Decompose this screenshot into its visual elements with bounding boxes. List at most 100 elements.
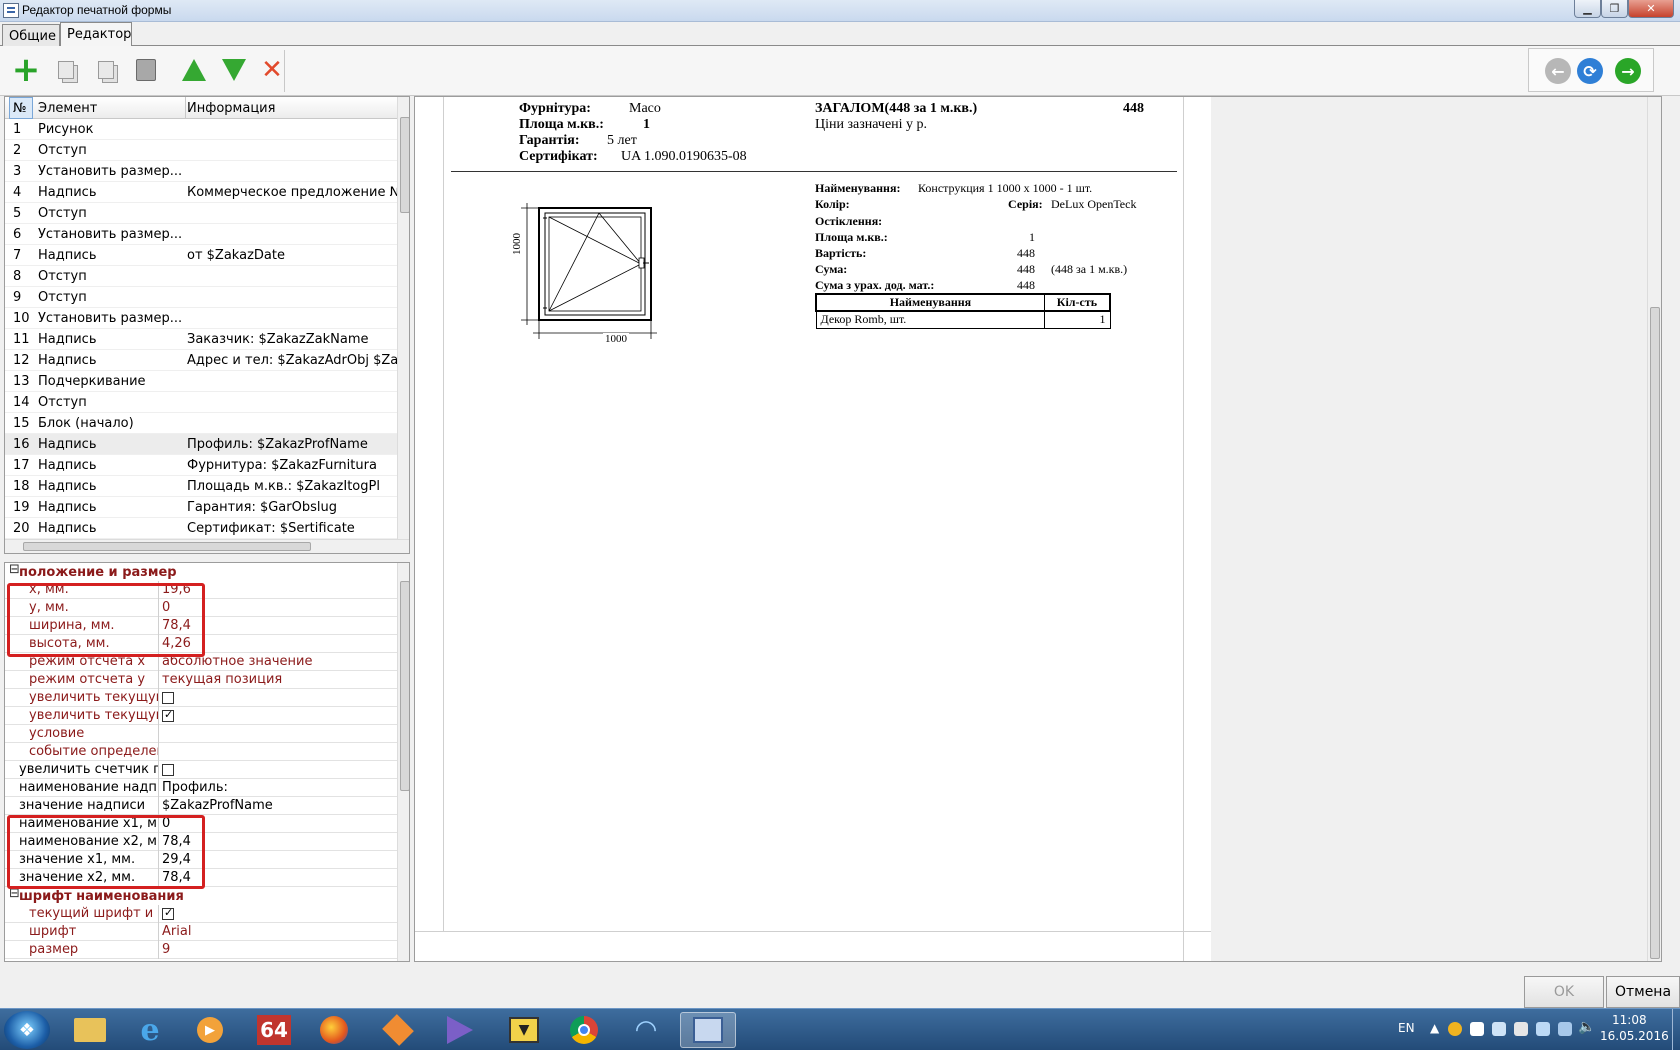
paste-button[interactable] <box>132 56 160 84</box>
table-row[interactable]: 3 Установить размер... <box>5 161 397 182</box>
tray-expand-icon[interactable]: ▲ <box>1430 1021 1439 1035</box>
prop-mode-y[interactable]: режим отсчета y текущая позиция <box>5 671 397 689</box>
table-row[interactable]: 11 Надпись Заказчик: $ZakazZakName <box>5 329 397 350</box>
move-down-button[interactable] <box>220 56 248 84</box>
maximize-button[interactable]: ❐ <box>1601 0 1628 18</box>
table-row[interactable]: 2 Отступ <box>5 140 397 161</box>
property-grid-vscrollbar[interactable] <box>397 563 409 961</box>
start-button[interactable]: ❖ <box>4 1011 50 1049</box>
add-element-button[interactable]: + <box>12 53 41 87</box>
tray-network-icon[interactable] <box>1536 1022 1550 1036</box>
separator-line <box>451 171 1177 172</box>
move-up-button[interactable] <box>180 56 208 84</box>
taskbar-64[interactable]: 64 <box>246 1012 302 1048</box>
refresh-button[interactable]: ⟳ <box>1577 58 1603 84</box>
prop-caption-value[interactable]: значение надписи $ZakazProfName <box>5 797 397 815</box>
checkbox-current-font[interactable] <box>162 906 174 920</box>
language-indicator[interactable]: EN <box>1398 1021 1415 1035</box>
table-row-selected[interactable]: 16 Надпись Профиль: $ZakazProfName <box>5 434 397 455</box>
show-desktop-button[interactable] <box>1672 1009 1680 1050</box>
property-grid[interactable]: ⊟ положение и размер x, мм. 19,6 y, мм. 0 ш… <box>4 562 410 962</box>
preview-vscrollbar[interactable] <box>1647 97 1661 961</box>
taskbar: ❖ e ▶ 64 ▼ ◠ EN ▲ 🔈 11:08 16.05.2016 <box>0 1008 1680 1050</box>
header-number[interactable]: № <box>13 101 27 116</box>
table-row[interactable]: 4 Надпись Коммерческое предложение № <box>5 182 397 203</box>
forward-button[interactable]: → <box>1615 58 1641 84</box>
tray-settings-icon[interactable] <box>1492 1022 1506 1036</box>
taskbar-ie[interactable]: e <box>122 1012 178 1048</box>
taskbar-media[interactable]: ▶ <box>182 1012 238 1048</box>
table-row[interactable]: 5 Отступ <box>5 203 397 224</box>
value-cost: 448 <box>1017 246 1035 260</box>
taskbar-wifi[interactable]: ◠ <box>618 1012 674 1048</box>
prop-font[interactable]: шрифт Arial <box>5 923 397 941</box>
table-row[interactable]: 20 Надпись Сертификат: $Sertificate <box>5 518 397 539</box>
table-row[interactable]: 6 Установить размер... <box>5 224 397 245</box>
checkbox-increase-2[interactable] <box>162 708 174 722</box>
table-row[interactable]: 17 Надпись Фурнитура: $ZakazFurnitura <box>5 455 397 476</box>
table-row[interactable]: 19 Надпись Гарантия: $GarObslug <box>5 497 397 518</box>
arrow-right-icon: → <box>1621 61 1635 81</box>
element-grid-vscrollbar[interactable] <box>397 97 409 539</box>
table-row[interactable]: 7 Надпись от $ZakazDate <box>5 245 397 266</box>
taskbar-print-editor[interactable] <box>680 1012 736 1048</box>
close-button[interactable]: ✕ <box>1628 0 1674 18</box>
copy-button[interactable] <box>52 56 80 84</box>
tab-editor[interactable]: Редактор <box>60 22 132 46</box>
table-row[interactable]: 14 Отступ <box>5 392 397 413</box>
prop-size[interactable]: размер 9 <box>5 941 397 959</box>
hscroll-thumb[interactable] <box>23 542 311 551</box>
taskbar-chrome[interactable] <box>556 1012 612 1048</box>
taskbar-vs[interactable] <box>432 1012 488 1048</box>
element-grid-hscrollbar[interactable] <box>5 539 409 553</box>
copy-icon <box>58 61 74 79</box>
taskbar-bat[interactable]: ▼ <box>496 1012 552 1048</box>
tray-action-center-icon[interactable] <box>1514 1022 1528 1036</box>
delete-button[interactable]: ✕ <box>262 56 282 84</box>
label-area-2: Площа м.кв.: <box>815 230 888 244</box>
prop-caption-name[interactable]: наименование надписиПрофиль: <box>5 779 397 797</box>
scroll-thumb[interactable] <box>1650 307 1660 959</box>
tray-windows-icon[interactable] <box>1470 1022 1484 1036</box>
element-grid[interactable]: № Элемент Информация 1 Рисунок 2 Отступ 3У… <box>4 96 410 554</box>
prop-condition[interactable]: условие <box>5 725 397 743</box>
header-information[interactable]: Информация <box>187 101 275 116</box>
scroll-thumb[interactable] <box>400 117 409 213</box>
label-sum: Сума: <box>815 262 848 276</box>
table-row[interactable]: 13 Подчеркивание <box>5 371 397 392</box>
category-position-size[interactable]: ⊟ положение и размер <box>5 563 397 581</box>
table-row[interactable]: 15 Блок (начало) <box>5 413 397 434</box>
header-element[interactable]: Элемент <box>38 101 97 116</box>
back-button[interactable]: ← <box>1545 58 1571 84</box>
taskbar-firefox[interactable] <box>306 1012 362 1048</box>
table-row[interactable]: 8 Отступ <box>5 266 397 287</box>
table-row[interactable]: 18 Надпись Площадь м.кв.: $ZakazItogPl <box>5 476 397 497</box>
volume-icon[interactable]: 🔈 <box>1578 1019 1595 1035</box>
minimize-button[interactable]: ▁ <box>1574 0 1601 18</box>
ok-button[interactable]: OK <box>1524 976 1604 1008</box>
clock-time[interactable]: 11:08 <box>1612 1013 1647 1027</box>
scroll-thumb[interactable] <box>400 581 409 791</box>
tab-general[interactable]: Общие <box>2 24 60 46</box>
category-font[interactable]: ⊟ шрифт наименования <box>5 886 397 905</box>
prop-current-font[interactable]: текущий шрифт и размер <box>5 905 397 923</box>
prop-increase-1[interactable]: увеличить текущую <box>5 689 397 707</box>
checkbox-increase-1[interactable] <box>162 692 174 704</box>
table-row[interactable]: 9 Отступ <box>5 287 397 308</box>
tray-signal-icon[interactable] <box>1558 1022 1572 1036</box>
table-row[interactable]: 10 Установить размер... <box>5 308 397 329</box>
duplicate-button[interactable] <box>92 56 120 84</box>
delete-icon: ✕ <box>262 56 282 84</box>
prop-increase-2[interactable]: увеличить текущую <box>5 707 397 725</box>
taskbar-viewer[interactable] <box>370 1012 426 1048</box>
checkbox-counter[interactable] <box>162 764 174 776</box>
table-row[interactable]: 12 Надпись Адрес и тел: $ZakazAdrObj $Zak <box>5 350 397 371</box>
table-row[interactable]: 1 Рисунок <box>5 119 397 140</box>
clock-date[interactable]: 16.05.2016 <box>1600 1029 1669 1043</box>
print-preview[interactable]: Фурнітура: Maco Площа м.кв.: 1 Гарантія:… <box>414 96 1662 962</box>
taskbar-explorer[interactable] <box>62 1012 118 1048</box>
prop-counter[interactable]: увеличить счетчик по <box>5 761 397 779</box>
prop-event[interactable]: событие определения <box>5 743 397 761</box>
cancel-button[interactable]: Отмена <box>1606 976 1680 1008</box>
tray-app-icon[interactable] <box>1448 1022 1462 1036</box>
